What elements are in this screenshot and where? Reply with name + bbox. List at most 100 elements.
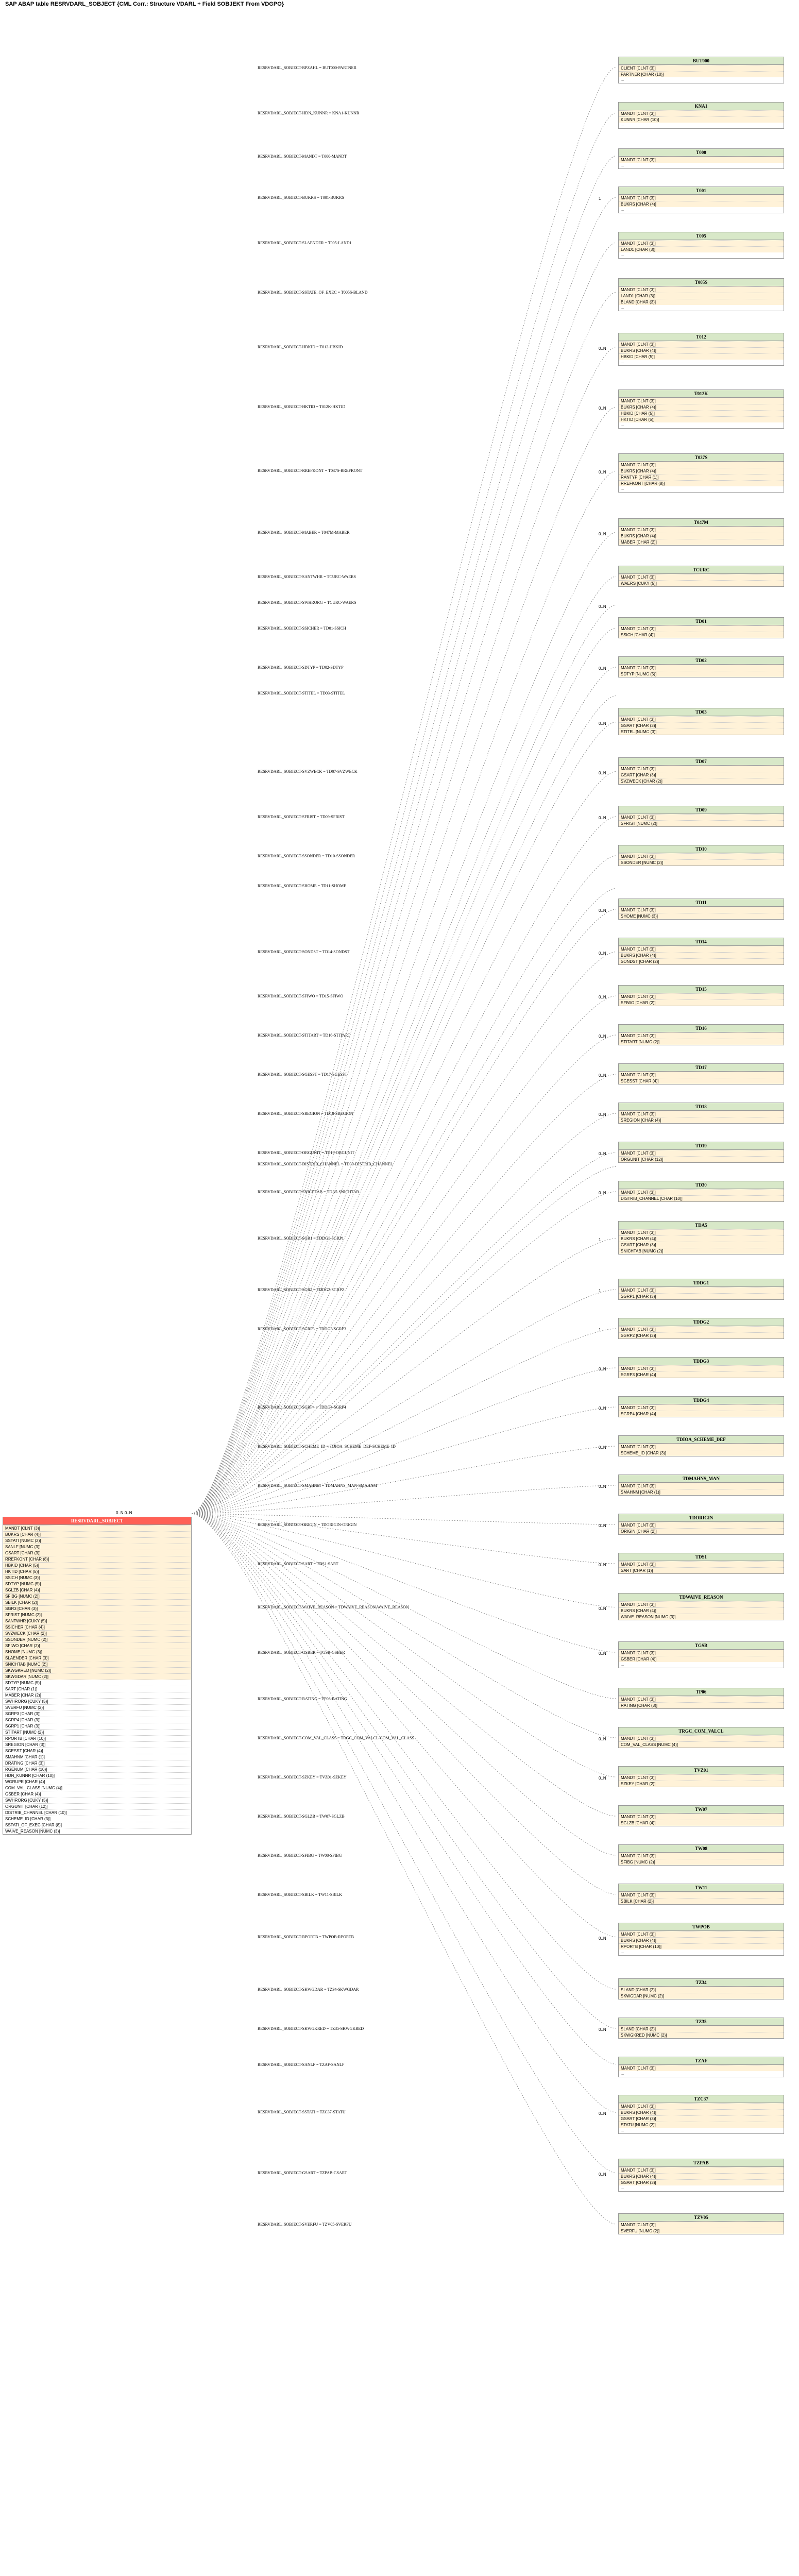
relation-label: RESRVDARL_SOBJECT-MABER = T047M-MABER [258,530,350,535]
field-row: SGRP1 [CHAR (3)] [3,1723,191,1729]
field-row: HKTID [CHAR (5)] [619,416,784,422]
field-row: ORGUNIT [CHAR (12)] [3,1803,191,1809]
target-entity: TW07MANDT [CLNT (3)]SGLZB [CHAR (4)] [618,1805,784,1826]
target-name: TD11 [619,899,784,907]
field-row: RREFKONT [CHAR (8)] [619,480,784,486]
field-row: SGLZB [CHAR (4)] [619,1820,784,1826]
cardinality: 0..N [599,1651,606,1656]
ellipsis: ... [619,252,784,258]
field-row: RATING [CHAR (3)] [619,1702,784,1708]
relation-label: RESRVDARL_SOBJECT-SGRP3 = TDDG3-SGRP3 [258,1327,346,1331]
field-row: MANDT [CLNT (3)] [619,2222,784,2228]
field-row: MANDT [CLNT (3)] [619,341,784,347]
field-row: BUKRS [CHAR (4)] [619,347,784,353]
field-row: SVZWECK [CHAR (2)] [3,1630,191,1636]
field-row: SFRIST [NUMC (2)] [3,1612,191,1618]
cardinality: 0..N [599,1191,606,1195]
main-entity-table: RESRVDARL_SOBJECTMANDT [CLNT (3)]BUKRS [… [3,1517,192,1835]
target-name: TGSB [619,1642,784,1650]
field-row: MANDT [CLNT (3)] [619,157,784,163]
field-row: MANDT [CLNT (3)] [619,625,784,632]
field-row: STITART [NUMC (2)] [3,1729,191,1735]
target-entity: TD16MANDT [CLNT (3)]STITART [NUMC (2)] [618,1024,784,1045]
cardinality: 0..N [599,1523,606,1528]
relation-label: RESRVDARL_SOBJECT-SLAENDER = T005-LAND1 [258,241,352,245]
relation-label: RESRVDARL_SOBJECT-SGLZB = TW07-SGLZB [258,1814,345,1819]
field-row: MANDT [CLNT (3)] [619,398,784,404]
target-entity: TP06MANDT [CLNT (3)]RATING [CHAR (3)] [618,1688,784,1709]
field-row: MANDT [CLNT (3)] [619,716,784,722]
field-row: BUKRS [CHAR (4)] [619,2173,784,2179]
field-row: MANDT [CLNT (3)] [619,1522,784,1528]
relation-label: RESRVDARL_SOBJECT-SSONDER = TD10-SSONDER [258,854,355,858]
field-row: SSONDER [NUMC (2)] [3,1636,191,1642]
field-row: SFIWO [CHAR (2)] [619,999,784,1006]
relation-label: RESRVDARL_SOBJECT-BUKRS = T001-BUKRS [258,195,344,200]
target-name: TDA5 [619,1222,784,1229]
target-entity: TDWAIVE_REASONMANDT [CLNT (3)]BUKRS [CHA… [618,1593,784,1620]
target-name: T012 [619,333,784,341]
cardinality: 0..N [599,470,606,474]
target-entity: TD18MANDT [CLNT (3)]SREGION [CHAR (4)] [618,1103,784,1124]
field-row: SVERFU [NUMC (2)] [619,2228,784,2234]
field-row: HBKID [CHAR (5)] [619,353,784,360]
field-row: SMAHNM [CHAR (1)] [619,1489,784,1495]
relation-label: RESRVDARL_SOBJECT-SGESST = TD17-SGESST [258,1072,347,1077]
field-row: MANDT [CLNT (3)] [619,240,784,246]
relation-label: RESRVDARL_SOBJECT-SGR1 = TDDG1-SGRP1 [258,1236,344,1241]
field-row: SSTATI_OF_EXEC [CHAR (8)] [3,1822,191,1828]
cardinality: 0..N [599,2027,606,2032]
field-row: SWHRORG [CUKY (5)] [3,1698,191,1704]
target-name: TP06 [619,1688,784,1696]
target-entity: TDORIGINMANDT [CLNT (3)]ORIGIN [CHAR (2)… [618,1514,784,1535]
field-row: MANDT [CLNT (3)] [619,1483,784,1489]
field-row: SLAND [CHAR (2)] [619,2026,784,2032]
field-row: MANDT [CLNT (3)] [619,1892,784,1898]
field-row: MANDT [CLNT (3)] [619,574,784,580]
target-entity: TD07MANDT [CLNT (3)]GSART [CHAR (3)]SVZW… [618,757,784,785]
target-name: TDS1 [619,1553,784,1561]
field-row: MANDT [CLNT (3)] [619,665,784,671]
relation-label: RESRVDARL_SOBJECT-WAIVE_REASON = TDWAIVE… [258,1605,409,1609]
field-row: MANDT [CLNT (3)] [619,1189,784,1195]
field-row: BUKRS [CHAR (4)] [619,404,784,410]
target-name: TD30 [619,1181,784,1189]
field-row: SART [CHAR (1)] [3,1686,191,1692]
relation-label: RESRVDARL_SOBJECT-SFRIST = TD09-SFRIST [258,815,345,819]
ellipsis: ... [619,422,784,428]
cardinality: 0..N [599,666,606,671]
field-row: SZKEY [CHAR (2)] [619,1781,784,1787]
field-row: BUKRS [CHAR (4)] [619,468,784,474]
field-row: MANDT [CLNT (3)] [619,1814,784,1820]
target-name: KNA1 [619,103,784,110]
field-row: HBKID [CHAR (5)] [3,1562,191,1568]
target-name: TD19 [619,1142,784,1150]
target-name: TCURC [619,566,784,574]
target-entity: TW11MANDT [CLNT (3)]SBILK [CHAR (2)] [618,1884,784,1905]
target-name: T037S [619,454,784,462]
relation-label: RESRVDARL_SOBJECT-SZKEY = TVZ01-SZKEY [258,1775,346,1780]
target-name: TD03 [619,708,784,716]
relation-label: RESRVDARL_SOBJECT-SSICHER = TD01-SSICH [258,626,346,631]
cardinality: 0..N [599,2111,606,2116]
field-row: SREGION [CHAR (4)] [619,1117,784,1123]
relation-label: RESRVDARL_SOBJECT-COM_VAL_CLASS = TRGC_C… [258,1736,414,1740]
cardinality: 0..N [599,406,606,411]
relation-label: RESRVDARL_SOBJECT-HBKID = T012-HBKID [258,345,343,349]
field-row: MANDT [CLNT (3)] [619,527,784,533]
page-title: SAP ABAP table RESRVDARL_SOBJECT {CML Co… [5,1,284,7]
field-row: BUKRS [CHAR (4)] [3,1531,191,1537]
target-name: TZ35 [619,2018,784,2026]
relation-label: RESRVDARL_SOBJECT-SHOME = TD11-SHOME [258,884,346,888]
target-name: TDORIGIN [619,1514,784,1522]
ellipsis: ... [619,2071,784,2077]
relation-label: RESRVDARL_SOBJECT-GSART = TZPAB-GSART [258,2171,347,2175]
field-row: SSTATI [NUMC (2)] [3,1537,191,1544]
field-row: DISTRIB_CHANNEL [CHAR (10)] [619,1195,784,1201]
field-row: SMAHNM [CHAR (1)] [3,1754,191,1760]
target-entity: TZ35SLAND [CHAR (2)]SKWGKRED [NUMC (2)] [618,2018,784,2039]
target-name: TW08 [619,1845,784,1853]
target-entity: BUT000CLIENT [CLNT (3)]PARTNER [CHAR (10… [618,57,784,83]
field-row: GSART [CHAR (3)] [619,2179,784,2185]
field-row: CLIENT [CLNT (3)] [619,65,784,71]
